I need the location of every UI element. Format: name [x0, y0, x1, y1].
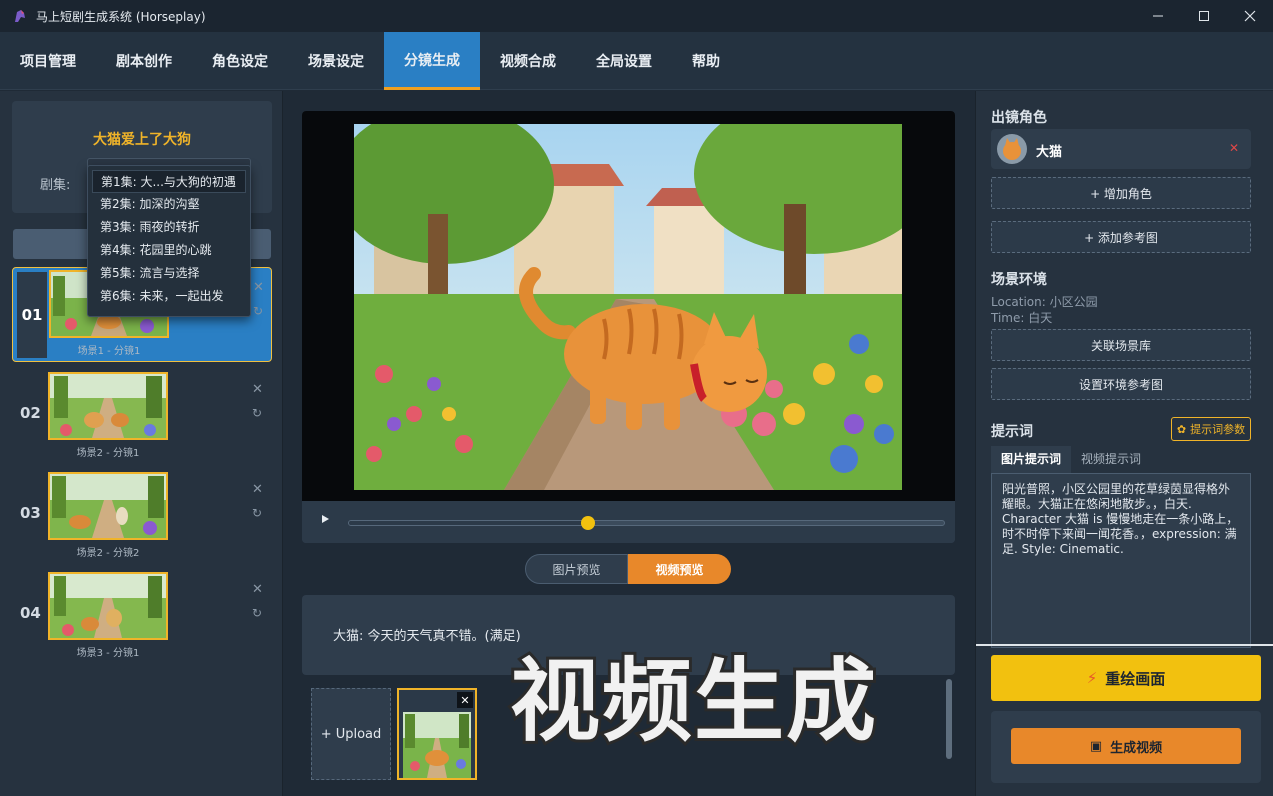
scene-number: 01	[17, 272, 47, 358]
title-bar: 马上短剧生成系统 (Horseplay)	[0, 0, 1273, 32]
video-preview-button[interactable]: 视频预览	[628, 554, 731, 584]
environment-title: 场景环境	[991, 272, 1047, 288]
set-environment-reference-button[interactable]: 设置环境参考图	[991, 368, 1251, 400]
menu-project-management[interactable]: 项目管理	[0, 32, 96, 90]
remove-character-icon[interactable]: ✕	[1229, 141, 1239, 155]
episode-option[interactable]: 第2集: 加深的沟壑	[92, 193, 246, 216]
project-title: 大猫爱上了大狗	[93, 132, 191, 148]
main-menu: 项目管理 剧本创作 角色设定 场景设定 分镜生成 视频合成 全局设置 帮助	[0, 32, 1273, 90]
episode-option[interactable]: 第4集: 花园里的心跳	[92, 239, 246, 262]
add-reference-button[interactable]: + 添加参考图	[991, 221, 1251, 253]
link-scene-library-button[interactable]: 关联场景库	[991, 329, 1251, 361]
scene-caption: 场景1 - 分镜1	[77, 346, 141, 357]
reference-thumbnail[interactable]: ✕	[397, 688, 477, 780]
maximize-button[interactable]	[1181, 0, 1227, 32]
add-character-button[interactable]: + 增加角色	[991, 177, 1251, 209]
palette-icon: ✿	[1176, 422, 1187, 436]
time-text: Time: 白天	[991, 311, 1053, 325]
window-title: 马上短剧生成系统 (Horseplay)	[36, 9, 206, 24]
generate-video-button[interactable]: ▣ 生成视频	[1011, 728, 1241, 764]
episode-option[interactable]: 第1集: 大...与大狗的初遇	[92, 170, 246, 193]
reference-scrollbar[interactable]	[946, 679, 952, 759]
film-icon: ▣	[1089, 738, 1103, 754]
close-icon	[1244, 10, 1256, 22]
progress-fill	[349, 521, 588, 525]
location-text: Location: 小区公园	[991, 295, 1098, 309]
prompt-title: 提示词	[991, 424, 1033, 440]
scene-thumbnail	[48, 572, 168, 640]
image-preview-button[interactable]: 图片预览	[525, 554, 628, 584]
delete-scene-icon[interactable]: ✕	[252, 582, 263, 597]
preview-mode-toggle: 图片预览 视频预览	[525, 554, 731, 584]
lightning-icon: ⚡	[1086, 669, 1098, 687]
prompt-textarea[interactable]: 阳光普照，小区公园里的花草绿茵显得格外耀眼。大猫正在悠闲地散步。，白天. Cha…	[991, 473, 1251, 648]
tab-video-prompt[interactable]: 视频提示词	[1071, 446, 1151, 473]
character-avatar	[997, 134, 1027, 164]
menu-storyboard-generation[interactable]: 分镜生成	[384, 32, 480, 90]
scene-thumbnail	[48, 372, 168, 440]
player-controls	[302, 501, 955, 543]
scene-number: 04	[20, 604, 41, 622]
regenerate-icon[interactable]: ↻	[252, 406, 262, 420]
regenerate-icon[interactable]: ↻	[253, 304, 263, 318]
tab-image-prompt[interactable]: 图片提示词	[991, 446, 1072, 473]
preview-image	[354, 124, 902, 490]
regenerate-icon[interactable]: ↻	[252, 506, 262, 520]
menu-global-settings[interactable]: 全局设置	[576, 32, 672, 90]
menu-character-setup[interactable]: 角色设定	[192, 32, 288, 90]
scene-number: 03	[20, 504, 41, 522]
panel-divider	[976, 644, 1273, 646]
prompt-params-label: 提示词参数	[1190, 423, 1246, 436]
remove-reference-icon[interactable]: ✕	[457, 692, 473, 708]
menu-scene-setup[interactable]: 场景设定	[288, 32, 384, 90]
upload-button[interactable]: + Upload	[311, 688, 391, 780]
scene-caption: 场景2 - 分镜1	[76, 448, 140, 459]
prompt-params-button[interactable]: ✿ 提示词参数	[1171, 417, 1251, 441]
regenerate-icon[interactable]: ↻	[252, 606, 262, 620]
menu-script-writing[interactable]: 剧本创作	[96, 32, 192, 90]
properties-panel: 出镜角色 大猫 ✕ + 增加角色 + 添加参考图 场景环境 Location: …	[975, 91, 1273, 796]
delete-scene-icon[interactable]: ✕	[253, 280, 264, 295]
episode-option[interactable]: 第6集: 未来，一起出发	[92, 285, 246, 308]
scene-caption: 场景2 - 分镜2	[76, 548, 140, 559]
app-logo-icon	[15, 10, 25, 22]
scene-row[interactable]: 04 场景3 - 分镜1 ✕ ↻	[12, 570, 272, 665]
menu-help[interactable]: 帮助	[672, 32, 740, 90]
scene-row[interactable]: 03 场景2 - 分镜2 ✕ ↻	[12, 470, 272, 565]
scene-thumbnail	[48, 472, 168, 540]
episode-option[interactable]: 第5集: 流言与选择	[92, 262, 246, 285]
delete-scene-icon[interactable]: ✕	[252, 482, 263, 497]
generate-video-label: 生成视频	[1110, 740, 1163, 756]
redraw-button[interactable]: ⚡ 重绘画面	[991, 655, 1261, 701]
scene-number: 02	[20, 404, 41, 422]
play-icon[interactable]	[322, 515, 329, 523]
overlay-caption: 视频生成	[507, 649, 879, 755]
character-name: 大猫	[1036, 145, 1063, 160]
episode-option[interactable]: 第3集: 雨夜的转折	[92, 216, 246, 239]
video-player	[302, 111, 955, 543]
reference-image	[403, 712, 471, 778]
menu-video-compose[interactable]: 视频合成	[480, 32, 576, 90]
video-area[interactable]	[302, 111, 955, 501]
progress-handle[interactable]	[580, 516, 595, 530]
maximize-icon	[1199, 11, 1209, 21]
close-window-button[interactable]	[1227, 0, 1273, 32]
delete-scene-icon[interactable]: ✕	[252, 382, 263, 397]
episode-dropdown: 第1集: 大...与大狗的初遇 第2集: 加深的沟壑 第3集: 雨夜的转折 第4…	[87, 165, 251, 317]
character-row[interactable]: 大猫 ✕	[991, 129, 1251, 169]
characters-title: 出镜角色	[991, 110, 1047, 126]
scene-row[interactable]: 02 场景2 - 分镜1 ✕ ↻	[12, 370, 272, 465]
prompt-tabs: 图片提示词 视频提示词	[991, 446, 1151, 473]
minimize-icon	[1153, 15, 1163, 17]
dialogue-text: 大猫: 今天的天气真不错。(满足)	[333, 629, 521, 644]
redraw-label: 重绘画面	[1105, 669, 1166, 688]
minimize-button[interactable]	[1135, 0, 1181, 32]
progress-track[interactable]	[348, 516, 945, 530]
scene-caption: 场景3 - 分镜1	[76, 648, 140, 659]
generate-video-card: ▣ 生成视频	[991, 711, 1261, 783]
episode-label: 剧集:	[40, 178, 71, 193]
